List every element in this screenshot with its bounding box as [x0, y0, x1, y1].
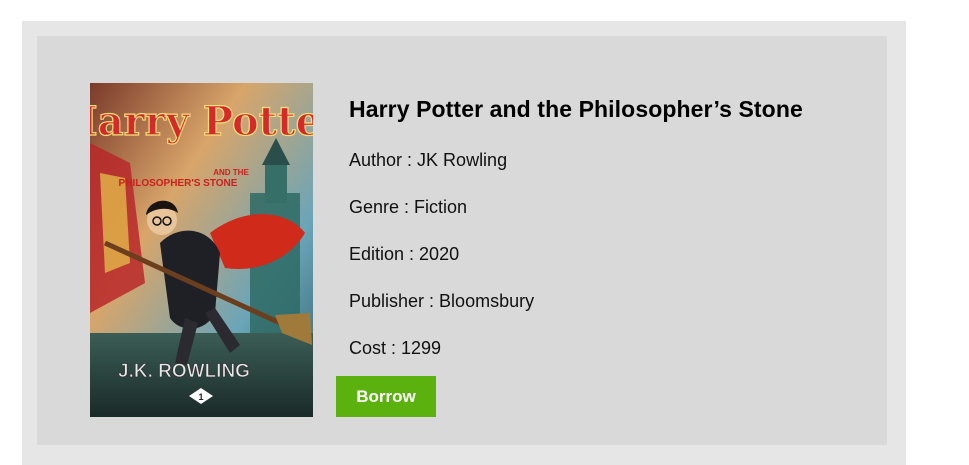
cover-author-text: J.K. ROWLING	[118, 361, 250, 382]
borrow-button[interactable]: Borrow	[336, 376, 436, 417]
edition-label: Edition :	[349, 244, 420, 264]
book-cover-image: Harry Potter AND THE PHILOSOPHER'S STONE…	[90, 83, 313, 417]
edition-field: Edition : 2020	[349, 244, 459, 265]
cover-subtitle-line1: AND THE	[213, 168, 249, 177]
edition-value: 2020	[419, 244, 460, 264]
cost-value: 1299	[401, 338, 442, 358]
genre-value: Fiction	[414, 197, 468, 217]
cover-subtitle-line2: PHILOSOPHER'S STONE	[119, 178, 238, 189]
author-label: Author :	[349, 150, 418, 170]
publisher-field: Publisher : Bloomsbury	[349, 291, 534, 312]
genre-field: Genre : Fiction	[349, 197, 467, 218]
author-field: Author : JK Rowling	[349, 150, 507, 171]
publisher-value: Bloomsbury	[439, 291, 535, 311]
cover-volume-number: 1	[198, 392, 203, 402]
cover-title-text: Harry Potter	[90, 98, 313, 145]
book-title: Harry Potter and the Philosopher’s Stone	[349, 96, 803, 122]
author-value: JK Rowling	[417, 150, 508, 170]
publisher-label: Publisher :	[349, 291, 440, 311]
genre-label: Genre :	[349, 197, 415, 217]
cost-field: Cost : 1299	[349, 338, 441, 359]
cost-label: Cost :	[349, 338, 402, 358]
